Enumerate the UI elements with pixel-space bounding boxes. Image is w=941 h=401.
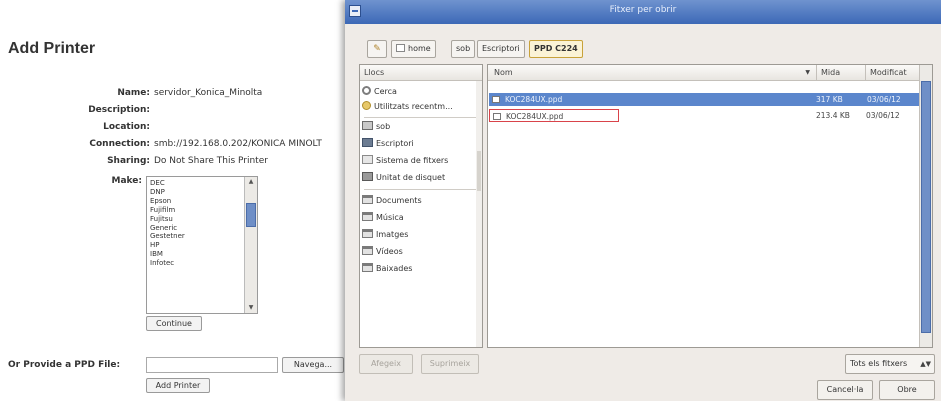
places-panel: Llocs Cerca Utilitzats recentm... sob Es… — [359, 64, 483, 348]
file-list-scroll-thumb[interactable] — [921, 81, 931, 333]
file-name: KOC284UX.ppd — [506, 112, 564, 121]
ppd-file-icon — [492, 96, 500, 103]
place-filesystem[interactable]: Sistema de fitxers — [362, 154, 480, 168]
ppd-file-icon — [493, 113, 501, 120]
folder-icon — [362, 263, 373, 272]
home-icon — [396, 44, 405, 52]
place-desktop[interactable]: Escriptori — [362, 137, 480, 151]
name-value: servidor_Konica_Minolta — [154, 88, 263, 98]
scroll-down-icon[interactable]: ▼ — [245, 303, 257, 313]
home-folder-icon — [362, 121, 373, 130]
folder-icon — [362, 246, 373, 255]
places-header[interactable]: Llocs — [360, 65, 482, 81]
file-size: 213.4 KB — [816, 111, 850, 120]
places-scrollbar[interactable] — [476, 81, 482, 347]
place-videos[interactable]: Vídeos — [362, 245, 480, 259]
place-downloads[interactable]: Baixades — [362, 262, 480, 276]
chevron-down-icon: ▲▼ — [920, 360, 931, 368]
place-music[interactable]: Música — [362, 211, 480, 225]
place-search[interactable]: Cerca — [362, 85, 480, 99]
make-label: Make: — [111, 176, 142, 186]
column-header-size[interactable]: Mida — [817, 65, 866, 81]
file-modified: 03/06/12 — [866, 111, 900, 120]
remove-bookmark-button[interactable]: Suprimeix — [421, 354, 479, 374]
file-modified: 03/06/12 — [867, 95, 901, 104]
desktop-icon — [362, 138, 373, 147]
file-row[interactable]: KOC284UX.ppd 317 KB 03/06/12 — [489, 93, 919, 106]
place-recent[interactable]: Utilitzats recentm... — [362, 100, 480, 114]
file-row[interactable]: KOC284UX.ppd — [489, 109, 619, 122]
place-documents[interactable]: Documents — [362, 194, 480, 208]
browse-button[interactable]: Navega... — [282, 357, 344, 373]
places-scroll-thumb[interactable] — [477, 151, 481, 191]
crumb-escriptori[interactable]: Escriptori — [477, 40, 525, 58]
column-header-modified[interactable]: Modificat — [866, 65, 920, 81]
make-row: Make: — [0, 174, 142, 188]
make-scroll-thumb[interactable] — [246, 203, 256, 227]
make-scrollbar[interactable]: ▲ ▼ — [244, 177, 257, 313]
scroll-up-icon[interactable]: ▲ — [245, 177, 257, 187]
search-icon — [362, 86, 371, 95]
continue-button[interactable]: Continue — [146, 316, 202, 331]
sort-arrow-icon: ▼ — [805, 69, 810, 76]
dialog-title: Fitxer per obrir — [609, 5, 677, 15]
file-size: 317 KB — [816, 95, 843, 104]
crumb-home[interactable]: home — [391, 40, 436, 58]
ppd-file-label: Or Provide a PPD File: — [8, 360, 121, 370]
place-home[interactable]: sob — [362, 120, 480, 134]
column-header-name[interactable]: Nom ▼ — [488, 65, 817, 81]
make-option[interactable]: HP — [150, 241, 185, 250]
places-separator — [364, 189, 476, 190]
connection-value: smb://192.168.0.202/KONICA MINOLT — [154, 139, 322, 149]
folder-icon — [362, 195, 373, 204]
make-option[interactable]: Generic — [150, 224, 185, 233]
folder-icon — [362, 212, 373, 221]
make-option[interactable]: Epson — [150, 197, 185, 206]
file-chooser-dialog: Fitxer per obrir ✎ home sob Escriptori P… — [345, 0, 941, 401]
file-list-scrollbar[interactable] — [919, 65, 932, 347]
page-title: Add Printer — [8, 40, 96, 57]
crumb-sob[interactable]: sob — [451, 40, 476, 58]
crumb-ppd-c224[interactable]: PPD C224 — [529, 40, 583, 58]
make-option[interactable]: DNP — [150, 188, 185, 197]
add-printer-button[interactable]: Add Printer — [146, 378, 210, 393]
make-option[interactable]: Infotec — [150, 259, 185, 268]
make-option[interactable]: DEC — [150, 179, 185, 188]
file-name: KOC284UX.ppd — [505, 95, 563, 104]
make-option[interactable]: Fujifilm — [150, 206, 185, 215]
make-option[interactable]: Fujitsu — [150, 215, 185, 224]
places-separator — [364, 117, 476, 118]
make-listbox[interactable]: DEC DNP Epson Fujifilm Fujitsu Generic G… — [146, 176, 258, 314]
add-bookmark-button[interactable]: Afegeix — [359, 354, 413, 374]
cancel-button[interactable]: Cancel·la — [817, 380, 873, 400]
ppd-file-input[interactable] — [146, 357, 278, 373]
place-pictures[interactable]: Imatges — [362, 228, 480, 242]
edit-location-icon[interactable]: ✎ — [367, 40, 387, 58]
sharing-value: Do Not Share This Printer — [154, 156, 268, 166]
make-option[interactable]: IBM — [150, 250, 185, 259]
filesystem-icon — [362, 155, 373, 164]
floppy-icon — [362, 172, 373, 181]
open-button[interactable]: Obre — [879, 380, 935, 400]
place-floppy[interactable]: Unitat de disquet — [362, 171, 480, 185]
file-filter-select[interactable]: Tots els fitxers ▲▼ — [845, 354, 935, 374]
folder-icon — [362, 229, 373, 238]
make-option[interactable]: Gestetner — [150, 232, 185, 241]
recent-icon — [362, 101, 371, 110]
dialog-titlebar[interactable]: Fitxer per obrir — [345, 0, 941, 24]
file-list-panel: Nom ▼ Mida Modificat KOC284UX.ppd 317 KB… — [487, 64, 933, 348]
